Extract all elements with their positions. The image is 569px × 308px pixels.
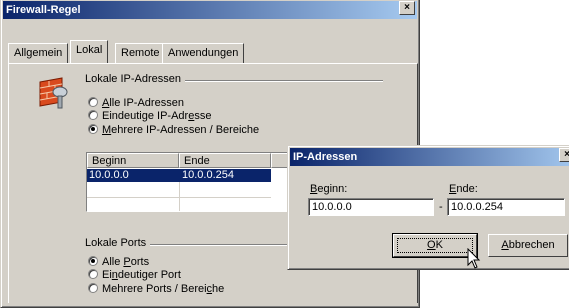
firewall-rule-titlebar[interactable]: Firewall-Regel: [3, 1, 417, 19]
column-header-beginn[interactable]: Beginn: [87, 153, 179, 168]
ip-dialog-close-button[interactable]: ×: [559, 148, 569, 162]
ip-group-title: Lokale IP-Adressen: [85, 73, 185, 85]
mouse-cursor-icon: [467, 248, 481, 269]
row-divider: [87, 197, 271, 198]
table-row[interactable]: 10.0.0.0 10.0.0.254: [87, 169, 271, 182]
ip-dialog-titlebar[interactable]: IP-Adressen: [290, 148, 569, 166]
option-mnemonic: M: [102, 124, 112, 136]
tab-allgemein[interactable]: Allgemein: [8, 43, 69, 63]
start-ip-input[interactable]: 10.0.0.0: [308, 198, 434, 216]
ip-address-dialog: IP-Adressen × Beginn: 10.0.0.0 - Ende: 1…: [287, 145, 569, 270]
end-ip-input[interactable]: 10.0.0.254: [447, 198, 565, 216]
tab-label: Remote: [121, 47, 160, 59]
tab-label: Anwendungen: [168, 47, 239, 59]
close-icon: ×: [404, 2, 410, 13]
close-button[interactable]: ×: [399, 1, 415, 15]
radio-multiple-ip-indicator: [88, 124, 98, 135]
radio-multiple-ports-indicator: [88, 283, 98, 294]
option-label-rest: lle IP-Adressen: [109, 97, 184, 109]
radio-unique-port[interactable]: Eindeutiger Port: [88, 269, 181, 282]
option-label-rest: orts: [130, 256, 150, 268]
radio-all-ip-indicator: [88, 97, 98, 108]
button-label: bbrechen: [508, 239, 555, 251]
tab-label: Lokal: [76, 44, 103, 56]
cell-end: 10.0.0.254: [182, 169, 234, 181]
option-label-rest: sse: [194, 110, 212, 122]
option-label: Eindeutige IP-Adr: [102, 110, 189, 122]
option-label-rest: he: [212, 283, 225, 295]
radio-unique-ip-indicator: [88, 110, 98, 121]
cancel-button[interactable]: Abbrechen: [488, 234, 568, 257]
dialog-title: Firewall-Regel: [6, 4, 81, 16]
column-label: Beginn: [92, 155, 127, 167]
tab-anwendungen[interactable]: Anwendungen: [162, 43, 245, 63]
option-label: Ei: [102, 269, 112, 281]
option-label-rest: ehrere IP-Adressen / Bereiche: [111, 124, 260, 136]
label-rest: eginn:: [317, 183, 348, 195]
ports-group-title: Lokale Ports: [85, 237, 151, 249]
tab-lokal[interactable]: Lokal: [70, 40, 109, 63]
option-label: Mehrere Ports / Berei: [102, 283, 207, 295]
radio-multiple-ports[interactable]: Mehrere Ports / Bereiche: [88, 283, 224, 296]
option-label-rest: deutiger Port: [117, 269, 181, 281]
option-label: Alle: [102, 256, 124, 268]
firewall-brick-icon: [39, 77, 68, 109]
range-separator: -: [439, 201, 443, 213]
tab-remote[interactable]: Remote: [115, 43, 166, 63]
option-mnemonic: P: [123, 256, 131, 268]
radio-unique-port-indicator: [88, 269, 98, 280]
radio-unique-ip[interactable]: Eindeutige IP-Adresse: [88, 110, 211, 123]
tab-label: Allgemein: [14, 47, 63, 59]
radio-all-ports[interactable]: Alle Ports: [88, 256, 149, 269]
label-rest: nde:: [456, 183, 478, 195]
end-label: Ende:: [449, 183, 478, 195]
ip-dialog-title: IP-Adressen: [293, 151, 358, 163]
button-mnemonic: A: [501, 239, 509, 251]
ok-button[interactable]: OK: [392, 233, 478, 258]
radio-multiple-ip[interactable]: Mehrere IP-Adressen / Bereiche: [88, 124, 259, 137]
close-icon: ×: [564, 149, 569, 160]
radio-all-ip[interactable]: Alle IP-Adressen: [88, 97, 184, 110]
radio-all-ports-indicator: [88, 256, 98, 267]
column-header-ende[interactable]: Ende: [179, 153, 271, 168]
cell-start: 10.0.0.0: [89, 169, 129, 181]
start-label: Beginn:: [310, 183, 347, 195]
column-label: Ende: [184, 155, 210, 167]
focus-rect: [397, 238, 473, 253]
